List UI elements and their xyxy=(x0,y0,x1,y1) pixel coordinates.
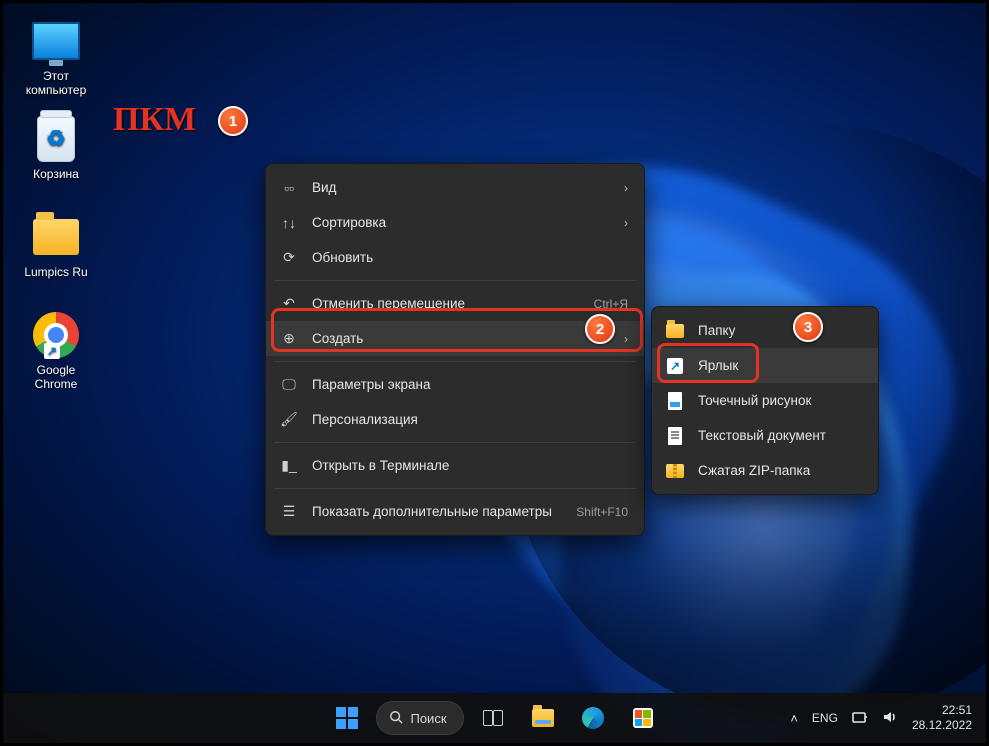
menu-separator xyxy=(274,442,636,443)
taskbar: Поиск ˄ ENG 22:51 28.12.2022 xyxy=(3,693,986,743)
desktop-icon-label: Корзина xyxy=(15,167,97,181)
tray-time: 22:51 xyxy=(912,703,972,718)
microsoft-store-icon xyxy=(633,708,653,728)
new-submenu: Папку Ярлык Точечный рисунок Текстовый д… xyxy=(651,306,879,495)
submenu-item-shortcut[interactable]: Ярлык xyxy=(652,348,878,383)
zip-folder-icon xyxy=(666,464,684,478)
desktop-icon-lumpics-folder[interactable]: Lumpics Ru xyxy=(15,213,97,279)
submenu-item-zip[interactable]: Сжатая ZIP-папка xyxy=(652,453,878,488)
taskbar-app-edge[interactable] xyxy=(572,697,614,739)
desktop[interactable]: Этот компьютер ♻ Корзина Lumpics Ru ↗ Go… xyxy=(3,3,986,743)
folder-icon xyxy=(33,219,79,255)
annotation-badge-3: 3 xyxy=(793,312,823,342)
keyboard-shortcut: Ctrl+Я xyxy=(594,297,628,311)
menu-item-more-options[interactable]: ☰ Показать дополнительные параметры Shif… xyxy=(266,494,644,529)
taskbar-search[interactable]: Поиск xyxy=(375,701,463,735)
desktop-icon-label: Lumpics Ru xyxy=(15,265,97,279)
start-button[interactable] xyxy=(325,697,367,739)
undo-icon: ↶ xyxy=(280,295,298,312)
chevron-right-icon: › xyxy=(624,332,628,346)
system-tray: ˄ ENG 22:51 28.12.2022 xyxy=(790,693,972,743)
keyboard-shortcut: Shift+F10 xyxy=(576,505,628,519)
task-view-button[interactable] xyxy=(472,697,514,739)
menu-item-open-terminal[interactable]: ▮_ Открыть в Терминале xyxy=(266,448,644,483)
tray-overflow-button[interactable]: ˄ xyxy=(790,711,798,726)
search-label: Поиск xyxy=(410,711,446,726)
annotation-badge-2: 2 xyxy=(585,314,615,344)
sort-icon: ↑↓ xyxy=(280,215,298,231)
more-icon: ☰ xyxy=(280,503,298,520)
desktop-icon-label: Этот компьютер xyxy=(15,69,97,97)
taskbar-app-store[interactable] xyxy=(622,697,664,739)
display-icon: 🖵 xyxy=(280,376,298,393)
menu-item-undo-move[interactable]: ↶ Отменить перемещение Ctrl+Я xyxy=(266,286,644,321)
shortcut-arrow-icon: ↗ xyxy=(44,343,60,359)
submenu-item-bitmap[interactable]: Точечный рисунок xyxy=(652,383,878,418)
chevron-right-icon: › xyxy=(624,181,628,195)
tray-date: 28.12.2022 xyxy=(912,718,972,733)
menu-separator xyxy=(274,280,636,281)
text-document-icon xyxy=(668,427,682,445)
desktop-icon-recycle-bin[interactable]: ♻ Корзина xyxy=(15,115,97,181)
annotation-badge-1: 1 xyxy=(218,106,248,136)
file-explorer-icon xyxy=(532,709,554,727)
edge-icon xyxy=(582,707,604,729)
recycle-bin-icon: ♻ xyxy=(37,116,75,162)
search-icon xyxy=(388,710,402,727)
desktop-icon-chrome[interactable]: ↗ Google Chrome xyxy=(15,311,97,391)
tray-clock[interactable]: 22:51 28.12.2022 xyxy=(912,703,972,733)
brush-icon: 🖌 xyxy=(280,411,298,428)
tray-language[interactable]: ENG xyxy=(812,711,838,725)
task-view-icon xyxy=(483,710,503,726)
folder-icon xyxy=(666,324,684,338)
menu-separator xyxy=(274,361,636,362)
menu-item-refresh[interactable]: ⟳ Обновить xyxy=(266,240,644,275)
chevron-right-icon: › xyxy=(624,216,628,230)
monitor-icon xyxy=(32,22,80,60)
taskbar-app-explorer[interactable] xyxy=(522,697,564,739)
volume-icon[interactable] xyxy=(882,709,898,728)
menu-item-view[interactable]: ▫▫ Вид › xyxy=(266,170,644,205)
shortcut-icon xyxy=(667,358,683,374)
annotation-rmb-label: ПКМ xyxy=(113,101,196,139)
menu-item-sort[interactable]: ↑↓ Сортировка › xyxy=(266,205,644,240)
desktop-icon-label: Google Chrome xyxy=(15,363,97,391)
desktop-context-menu: ▫▫ Вид › ↑↓ Сортировка › ⟳ Обновить ↶ От… xyxy=(265,163,645,536)
menu-separator xyxy=(274,488,636,489)
windows-logo-icon xyxy=(335,707,357,729)
desktop-icon-this-pc[interactable]: Этот компьютер xyxy=(15,17,97,97)
terminal-icon: ▮_ xyxy=(280,457,298,474)
plus-circle-icon: ⊕ xyxy=(280,330,298,347)
submenu-item-textdoc[interactable]: Текстовый документ xyxy=(652,418,878,453)
menu-item-personalization[interactable]: 🖌 Персонализация xyxy=(266,402,644,437)
refresh-icon: ⟳ xyxy=(280,249,298,266)
network-icon[interactable] xyxy=(852,709,868,728)
view-icon: ▫▫ xyxy=(280,180,298,196)
menu-item-display-settings[interactable]: 🖵 Параметры экрана xyxy=(266,367,644,402)
submenu-item-folder[interactable]: Папку xyxy=(652,313,878,348)
bitmap-icon xyxy=(668,392,682,410)
